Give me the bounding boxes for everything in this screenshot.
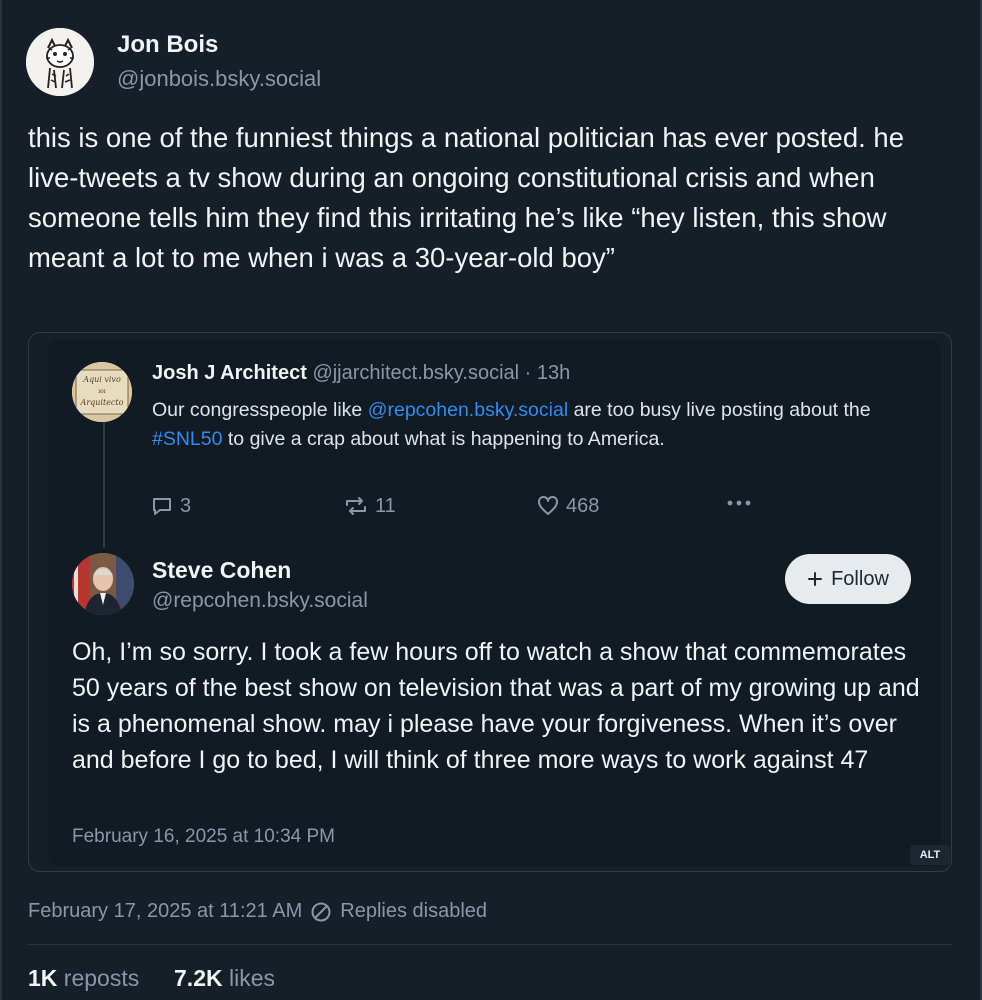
repost-count: 11	[375, 494, 396, 517]
like-action: 468	[536, 494, 599, 518]
parent-post-age: · 13h	[524, 362, 571, 384]
likes-count: 7.2K	[174, 965, 223, 991]
thread-line	[103, 420, 105, 548]
avatar-sign-top: Aqui vivo	[82, 375, 121, 384]
post-stats: 1K reposts 7.2K likes	[28, 965, 275, 992]
parent-text-part: Our congresspeople like	[152, 399, 368, 421]
divider	[28, 944, 952, 945]
reposts-count: 1K	[28, 965, 58, 991]
josh-avatar: Aqui vivo ıoı Arquitecto	[72, 362, 132, 422]
avatar-sign-bottom: Arquitecto	[80, 398, 124, 407]
heart-icon	[538, 495, 558, 515]
repost-icon	[346, 497, 366, 515]
more-options	[726, 498, 752, 508]
replies-disabled-icon	[311, 902, 331, 921]
follow-label: Follow	[831, 567, 889, 590]
reply-author-name: Steve Cohen	[152, 557, 292, 583]
parent-text-part: are too busy live posting about the	[568, 399, 871, 421]
parent-text-part: to give a crap about what is happening t…	[222, 428, 665, 450]
parent-author-name: Josh J Architect	[152, 362, 307, 384]
repost-action: 11	[343, 494, 396, 518]
parent-post-actions: 3 11 468	[0, 494, 982, 524]
avatar[interactable]	[26, 28, 94, 96]
like-count: 468	[566, 494, 600, 517]
author-name[interactable]: Jon Bois	[117, 31, 218, 59]
parent-post-text: Our congresspeople like @repcohen.bsky.s…	[152, 396, 892, 454]
follow-button: Follow	[785, 554, 911, 604]
post-timestamp[interactable]: February 17, 2025 at 11:21 AM	[28, 900, 302, 923]
mention-link: @repcohen.bsky.social	[367, 399, 569, 421]
likes-stat[interactable]: 7.2K likes	[174, 965, 275, 991]
post-meta: February 17, 2025 at 11:21 AM Replies di…	[28, 900, 487, 923]
author-handle[interactable]: @jonbois.bsky.social	[117, 66, 321, 92]
parent-author-handle: @jjarchitect.bsky.social	[312, 362, 520, 384]
reposts-stat[interactable]: 1K reposts	[28, 965, 139, 991]
parent-post-header: Josh J Architect @jjarchitect.bsky.socia…	[152, 362, 570, 385]
sign-avatar-icon: Aqui vivo ıoı Arquitecto	[72, 362, 132, 422]
reposts-label: reposts	[63, 965, 140, 991]
reply-author-handle: @repcohen.bsky.social	[152, 589, 368, 612]
reply-icon	[153, 498, 171, 515]
alt-text-badge[interactable]: ALT	[910, 845, 950, 865]
avatar-sign-mid: ıoı	[98, 388, 106, 395]
replies-status: Replies disabled	[340, 900, 488, 922]
steve-avatar	[72, 553, 134, 615]
post-text: this is one of the funniest things a nat…	[28, 122, 912, 273]
tiger-avatar-icon	[26, 28, 94, 96]
reply-action: 3	[150, 494, 191, 518]
plus-icon	[808, 572, 823, 586]
reply-post-text: Oh, I’m so sorry. I took a few hours off…	[72, 638, 920, 774]
portrait-avatar-icon	[72, 553, 134, 615]
reply-timestamp: February 16, 2025 at 10:34 PM	[72, 826, 335, 847]
likes-label: likes	[229, 965, 276, 991]
more-options-icon	[727, 500, 751, 506]
reply-count: 3	[180, 494, 192, 517]
hashtag-link: #SNL50	[152, 428, 223, 450]
